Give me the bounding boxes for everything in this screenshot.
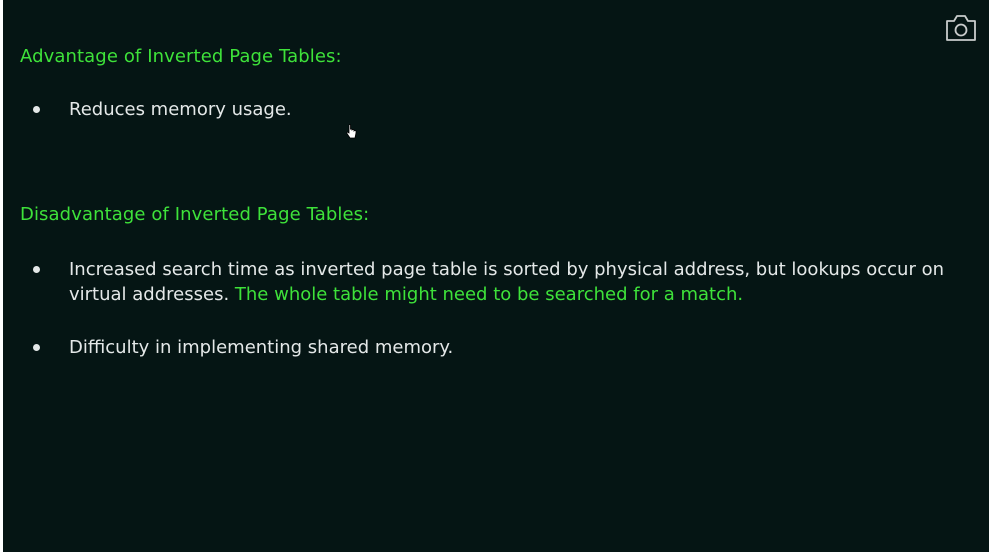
disadvantage-list-item: Difficulty in implementing shared memory…: [33, 335, 969, 360]
disadvantage-list-item: Increased search time as inverted page t…: [33, 257, 969, 307]
hand-cursor-icon: [346, 124, 357, 139]
slide: Advantage of Inverted Page Tables: Reduc…: [3, 0, 989, 552]
advantage-heading: Advantage of Inverted Page Tables:: [20, 46, 342, 67]
disadvantage-item-highlight: The whole table might need to be searche…: [234, 284, 744, 305]
disadvantage-heading: Disadvantage of Inverted Page Tables:: [20, 204, 370, 225]
advantage-item-text: Reduces memory usage.: [69, 99, 292, 120]
bullet-icon: [33, 344, 40, 351]
bullet-icon: [33, 106, 40, 113]
disadvantage-item-text: Difficulty in implementing shared memory…: [69, 337, 454, 358]
bullet-icon: [33, 266, 40, 273]
screenshot-button[interactable]: [943, 12, 979, 44]
camera-icon: [946, 15, 976, 41]
disadvantage-item-text: Increased search time as inverted page t…: [69, 257, 969, 307]
advantage-list-item: Reduces memory usage.: [33, 97, 969, 122]
